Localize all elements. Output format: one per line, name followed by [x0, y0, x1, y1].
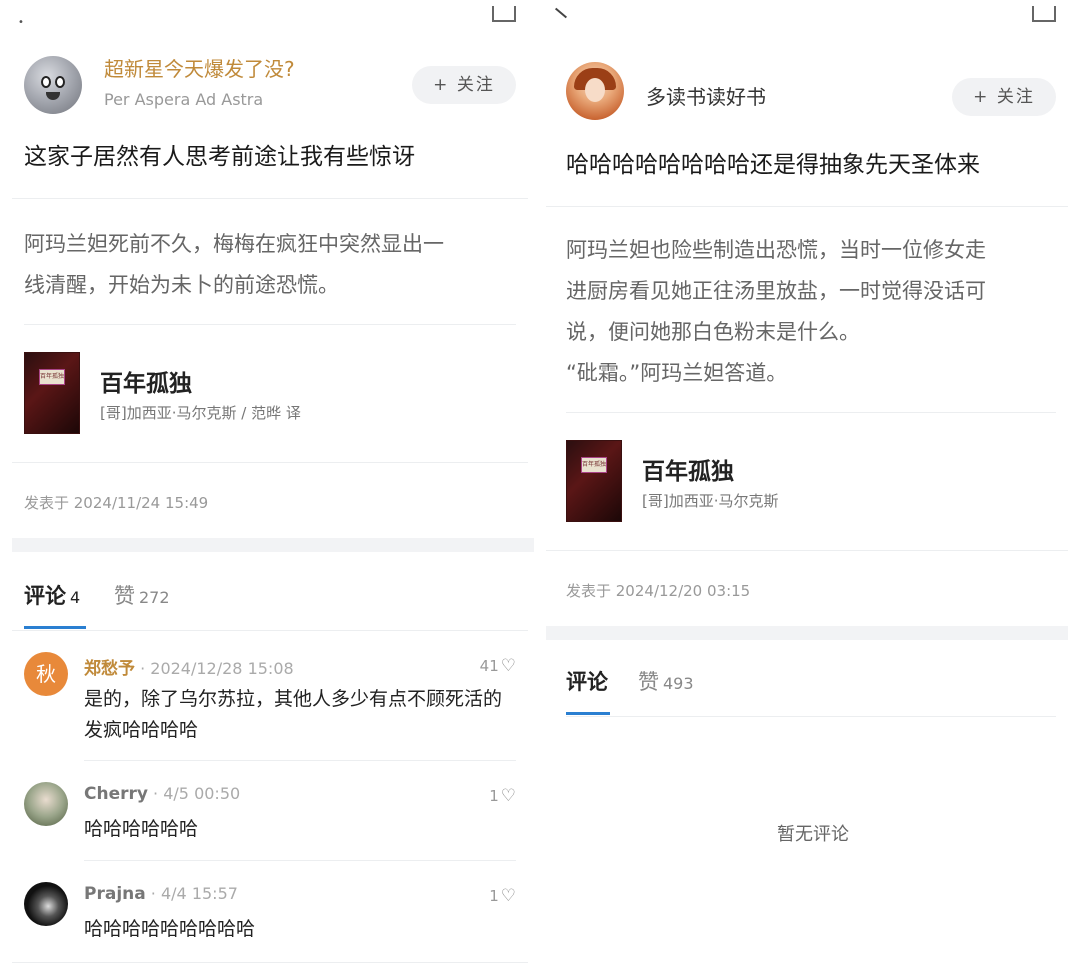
- tab-comments-label: 评论: [566, 670, 608, 694]
- comment-author[interactable]: 郑愁予 · 2024/12/28 15:08: [84, 654, 294, 679]
- comment-like-button[interactable]: 1 ♡: [489, 786, 516, 806]
- tab-comments-count: 4: [70, 588, 81, 607]
- book-title: 百年孤独: [100, 370, 192, 397]
- comment-like-count: 1: [489, 887, 499, 905]
- comment-item: 秋 郑愁予 · 2024/12/28 15:08 41 ♡ 是的，除了乌尔苏拉，其…: [24, 652, 516, 752]
- comment-time: · 4/5 00:50: [147, 784, 241, 803]
- post-title: 这家子居然有人思考前途让我有些惊讶: [24, 144, 415, 170]
- book-card[interactable]: 百年孤独 百年孤独 [哥]加西亚·马尔克斯: [566, 440, 1056, 524]
- back-icon[interactable]: [554, 7, 568, 19]
- divider: [24, 324, 516, 325]
- comment-time: · 4/4 15:57: [145, 884, 238, 903]
- comment-text: 是的，除了乌尔苏拉，其他人多少有点不顾死活的发疯哈哈哈哈: [84, 688, 503, 741]
- comment-text: 哈哈哈哈哈哈哈哈哈: [84, 918, 256, 940]
- quote-line: “砒霜。”阿玛兰妲答道。: [566, 361, 788, 385]
- divider: [566, 412, 1056, 413]
- tab-bar: 评论 4 赞 272: [24, 570, 516, 630]
- tab-likes[interactable]: 赞 493: [638, 666, 694, 696]
- book-cover: 百年孤独: [566, 440, 622, 522]
- book-author: [哥]加西亚·马尔克斯: [642, 492, 779, 510]
- tab-likes-label: 赞: [638, 670, 659, 694]
- comment-item: Prajna · 4/4 15:57 1 ♡ 哈哈哈哈哈哈哈哈哈: [24, 882, 516, 952]
- avatar-eye-icon: [55, 76, 65, 88]
- comment-avatar[interactable]: [24, 882, 68, 926]
- divider: [84, 860, 516, 861]
- tab-comments[interactable]: 评论 4: [24, 580, 80, 610]
- quote-line: 阿玛兰妲死前不久，梅梅在疯狂中突然显出一: [24, 232, 444, 256]
- comment-time: · 2024/12/28 15:08: [135, 659, 294, 678]
- avatar-eye-icon: [41, 76, 51, 88]
- divider: [566, 716, 1056, 717]
- tab-active-indicator: [24, 626, 86, 629]
- divider: [12, 462, 528, 463]
- comment-like-count: 1: [489, 787, 499, 805]
- book-card[interactable]: 百年孤独 百年孤独 [哥]加西亚·马尔克斯 / 范晔 译: [24, 352, 516, 436]
- quote-line: 阿玛兰妲也险些制造出恐慌，当时一位修女走: [566, 238, 986, 262]
- tab-likes-label: 赞: [114, 584, 135, 608]
- follow-button[interactable]: + 关注: [412, 66, 516, 104]
- quote-text: 阿玛兰妲也险些制造出恐慌，当时一位修女走 进厨房看见她正往汤里放盐，一时觉得没话…: [566, 230, 1060, 394]
- avatar-mouth-icon: [46, 92, 60, 100]
- comment-avatar[interactable]: [24, 782, 68, 826]
- comment-author[interactable]: Cherry · 4/5 00:50: [84, 784, 240, 804]
- share-icon[interactable]: [492, 6, 516, 22]
- divider: [12, 962, 528, 963]
- comment-author[interactable]: Prajna · 4/4 15:57: [84, 884, 238, 904]
- comment-like-button[interactable]: 41 ♡: [480, 656, 516, 676]
- share-icon[interactable]: [1032, 6, 1056, 22]
- tab-likes-count: 493: [663, 674, 694, 693]
- section-gap: [546, 626, 1068, 640]
- right-panel: 多读书读好书 + 关注 哈哈哈哈哈哈哈哈还是得抽象先天圣体来 阿玛兰妲也险些制造…: [546, 0, 1080, 971]
- avatar[interactable]: [566, 62, 624, 120]
- post-date: 发表于 2024/11/24 15:49: [24, 494, 209, 512]
- left-panel: • 超新星今天爆发了没? Per Aspera Ad Astra + 关注 这家…: [0, 0, 540, 971]
- quote-line: 说，便问她那白色粉末是什么。: [566, 320, 860, 344]
- avatar-face: [585, 78, 605, 102]
- book-author: [哥]加西亚·马尔克斯 / 范晔 译: [100, 404, 301, 422]
- comment-item: Cherry · 4/5 00:50 1 ♡ 哈哈哈哈哈哈: [24, 782, 516, 852]
- book-cover-text: 百年孤独: [40, 373, 65, 380]
- post-header: 多读书读好书 + 关注: [566, 62, 1056, 122]
- tab-comments-label: 评论: [24, 584, 66, 608]
- section-gap: [12, 538, 534, 552]
- post-header: 超新星今天爆发了没? Per Aspera Ad Astra + 关注: [24, 56, 516, 116]
- empty-comments-text: 暂无评论: [777, 824, 849, 845]
- book-title: 百年孤独: [642, 458, 734, 485]
- post-date: 发表于 2024/12/20 03:15: [566, 582, 751, 600]
- divider: [546, 550, 1068, 551]
- username[interactable]: 多读书读好书: [646, 84, 766, 110]
- tab-bar: 评论 赞 493: [566, 656, 1056, 716]
- comment-like-button[interactable]: 1 ♡: [489, 886, 516, 906]
- book-cover-text: 百年孤独: [582, 461, 607, 468]
- follow-button[interactable]: + 关注: [952, 78, 1056, 116]
- divider: [84, 760, 516, 761]
- divider: [12, 198, 528, 199]
- comment-like-count: 41: [479, 657, 499, 675]
- quote-line: 线清醒，开始为未卜的前途恐慌。: [24, 273, 339, 297]
- quote-text: 阿玛兰妲死前不久，梅梅在疯狂中突然显出一 线清醒，开始为未卜的前途恐慌。: [24, 224, 516, 306]
- quote-line: 进厨房看见她正往汤里放盐，一时觉得没话可: [566, 279, 986, 303]
- heart-icon: ♡: [500, 886, 516, 906]
- comment-avatar[interactable]: 秋: [24, 652, 68, 696]
- heart-icon: ♡: [500, 656, 516, 676]
- username[interactable]: 超新星今天爆发了没?: [104, 56, 295, 82]
- divider: [12, 630, 528, 631]
- tab-active-indicator: [566, 712, 610, 715]
- comment-author-name: 郑愁予: [84, 659, 135, 679]
- dot-icon: •: [18, 17, 24, 28]
- tab-comments[interactable]: 评论: [566, 666, 608, 696]
- comment-text: 哈哈哈哈哈哈: [84, 818, 199, 840]
- divider: [546, 206, 1068, 207]
- tab-likes[interactable]: 赞 272: [114, 580, 170, 610]
- comment-author-name: Cherry: [84, 784, 148, 804]
- avatar[interactable]: [24, 56, 82, 114]
- book-cover: 百年孤独: [24, 352, 80, 434]
- tab-likes-count: 272: [139, 588, 170, 607]
- heart-icon: ♡: [500, 786, 516, 806]
- comment-author-name: Prajna: [84, 884, 146, 904]
- user-signature: Per Aspera Ad Astra: [104, 90, 264, 109]
- post-title: 哈哈哈哈哈哈哈哈还是得抽象先天圣体来: [566, 152, 980, 178]
